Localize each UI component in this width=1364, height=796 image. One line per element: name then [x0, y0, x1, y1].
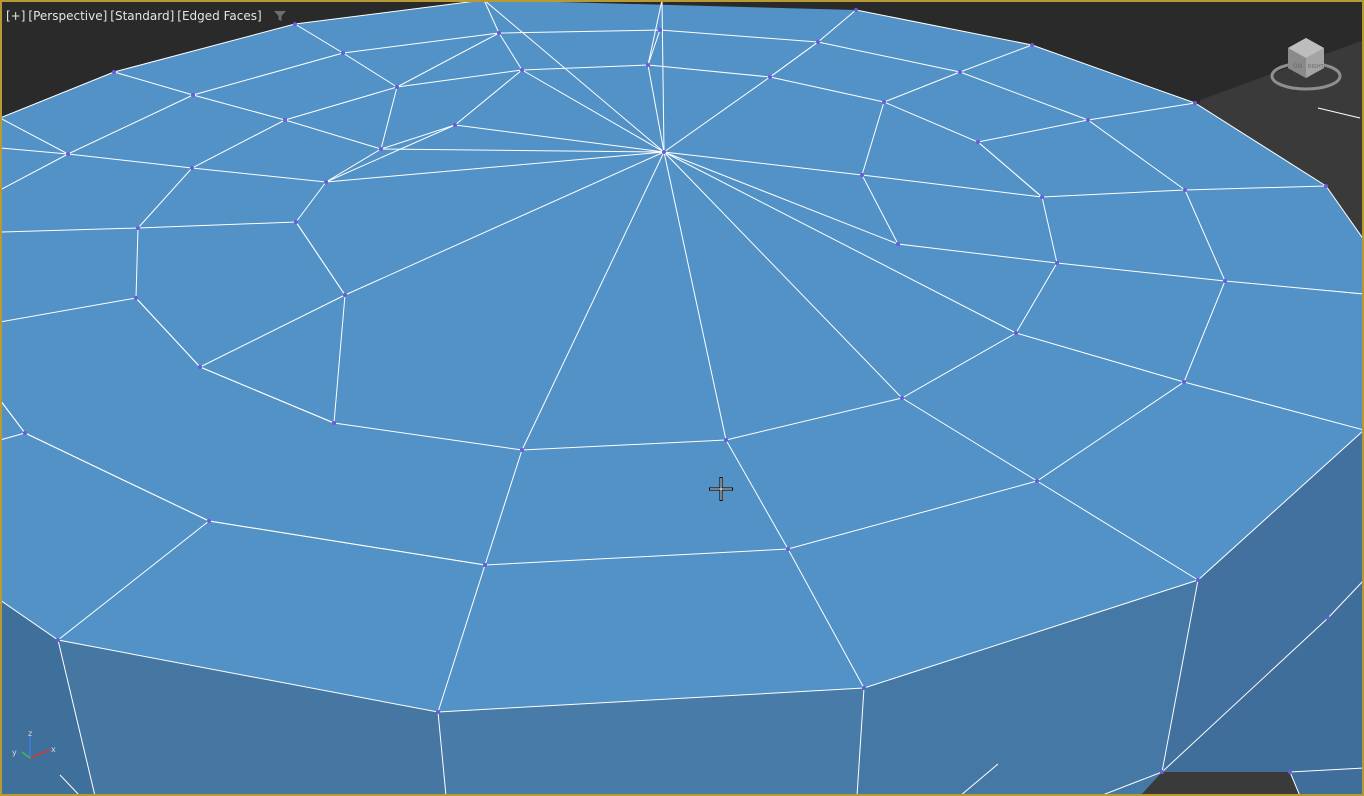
filter-icon[interactable]	[273, 10, 287, 22]
viewcube-right-face-label: RIGHT	[1308, 64, 1325, 70]
viewcube-front-face-label: ON	[1293, 63, 1302, 70]
viewport-view-menu[interactable]: [Perspective]	[28, 9, 107, 23]
move-crosshair-icon	[709, 477, 733, 501]
perspective-viewport[interactable]: [+] [Perspective] [Standard] [Edged Face…	[0, 0, 1364, 796]
viewport-display-mode-menu[interactable]: [Edged Faces]	[177, 9, 261, 23]
viewport-general-menu[interactable]: [+]	[6, 9, 25, 23]
viewport-label-menu: [+] [Perspective] [Standard] [Edged Face…	[6, 9, 287, 23]
z-axis-label: z	[28, 729, 32, 738]
viewcube-icon[interactable]: ON RIGHT	[1266, 30, 1346, 100]
x-axis-label: x	[51, 745, 56, 754]
axis-triad: x z y	[12, 729, 56, 759]
scene-canvas[interactable]	[0, 0, 1364, 796]
viewport-shading-style-menu[interactable]: [Standard]	[110, 9, 174, 23]
y-axis-label: y	[12, 748, 17, 757]
